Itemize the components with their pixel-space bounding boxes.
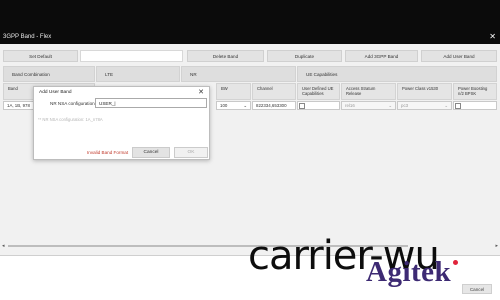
chevron-down-icon[interactable]: ⌄ xyxy=(243,103,247,109)
toolbar-empty-field xyxy=(80,50,183,62)
group-label: UE Capabilities xyxy=(306,72,338,77)
delete-band-button[interactable]: Delete Band xyxy=(187,50,264,62)
group-ue-capabilities: UE Capabilities xyxy=(297,66,497,82)
chevron-down-icon[interactable]: ⌄ xyxy=(444,103,448,109)
group-label: NR xyxy=(190,72,197,77)
brand-logo: Agitek xyxy=(366,256,452,288)
format-hint: ** NR NSA configuration: 1A_n78A xyxy=(38,117,103,122)
group-lte: LTE xyxy=(96,66,180,82)
group-nr: NR xyxy=(181,66,296,82)
scroll-left-icon[interactable]: ◂ xyxy=(2,243,5,249)
add-3gpp-band-button[interactable]: Add 3GPP Band xyxy=(345,50,418,62)
app-window: 3GPP Band - Flex ✕ Set Default Delete Ba… xyxy=(0,0,500,300)
chevron-down-icon[interactable]: ⌄ xyxy=(388,103,392,109)
error-message: Invalid Band Format xyxy=(87,150,129,155)
group-label: LTE xyxy=(105,72,114,77)
title-bar: 3GPP Band - Flex ✕ xyxy=(0,0,500,44)
group-band-combination: Band Combination xyxy=(3,66,95,82)
column-header-access-stratum[interactable]: Access Stratum Release xyxy=(341,83,396,100)
close-icon[interactable]: ✕ xyxy=(489,33,496,41)
nr-nsa-label: NR NSA configuration: xyxy=(50,101,96,106)
power-class-value: pc3 xyxy=(401,102,409,108)
brand-logo-dot xyxy=(453,260,458,265)
power-boosting-checkbox[interactable] xyxy=(455,103,461,109)
column-header-power-boosting[interactable]: Power Boosting n/2 BPSK xyxy=(453,83,497,100)
window-title: 3GPP Band - Flex xyxy=(3,34,52,40)
add-user-band-dialog: Add User Band ✕ NR NSA configuration: US… xyxy=(33,86,210,160)
cancel-button[interactable]: Cancel xyxy=(132,147,170,158)
column-header-bw[interactable]: BW xyxy=(216,83,251,100)
duplicate-button[interactable]: Duplicate xyxy=(267,50,342,62)
footer-cancel-button[interactable]: Cancel xyxy=(462,284,492,294)
user-defined-checkbox[interactable] xyxy=(299,103,305,109)
close-icon[interactable]: ✕ xyxy=(198,88,204,96)
scroll-right-icon[interactable]: ▸ xyxy=(495,243,498,249)
access-stratum-value: rel16 xyxy=(345,102,355,108)
bw-value: 100 xyxy=(220,102,228,108)
power-class-select[interactable]: pc3 ⌄ xyxy=(397,101,452,110)
ok-button[interactable]: OK xyxy=(174,147,208,158)
column-header-channel[interactable]: Channel xyxy=(252,83,296,100)
column-header-user-defined[interactable]: User Defined UE Capabilities xyxy=(297,83,340,100)
nr-nsa-input[interactable]: USER_| xyxy=(95,98,207,108)
add-user-band-button[interactable]: Add User Band xyxy=(421,50,497,62)
cell-channel[interactable]: 822334,653300 xyxy=(252,101,296,110)
dialog-title: Add User Band xyxy=(39,90,72,95)
group-label: Band Combination xyxy=(12,72,50,77)
column-header-power-class[interactable]: Power Class v1530 xyxy=(397,83,452,100)
set-default-button[interactable]: Set Default xyxy=(3,50,78,62)
bw-select[interactable]: 100 ⌄ xyxy=(216,101,251,110)
access-stratum-select[interactable]: rel16 ⌄ xyxy=(341,101,396,110)
